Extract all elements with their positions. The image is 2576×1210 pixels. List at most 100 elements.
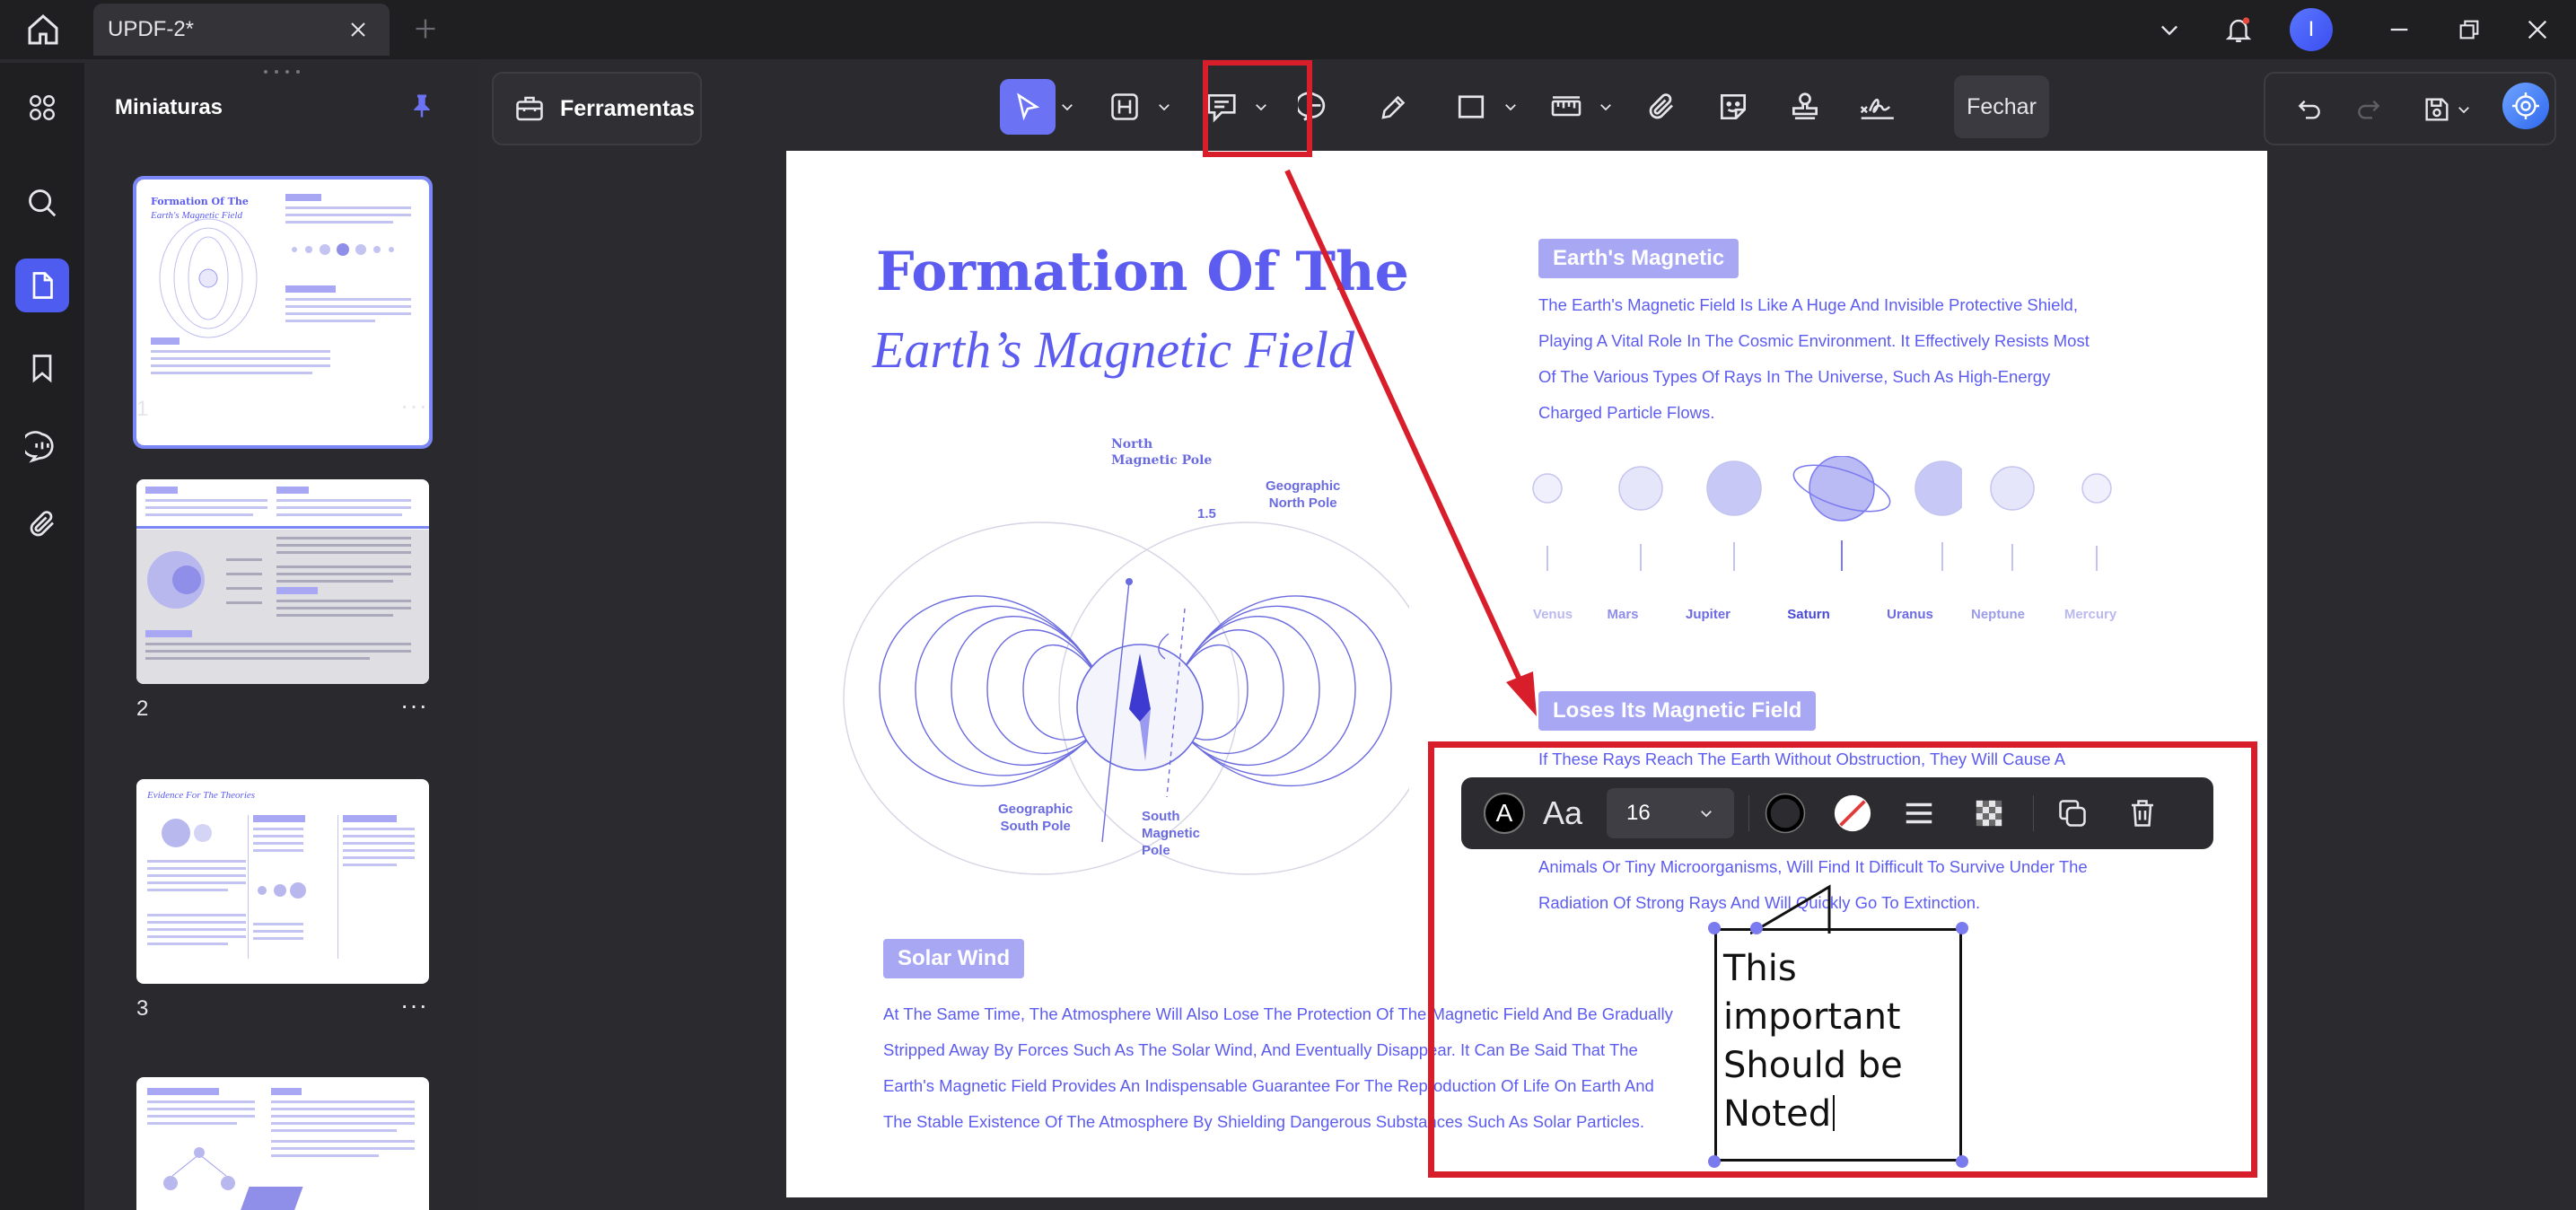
cursor-icon <box>1017 92 1040 121</box>
minimize-icon <box>2390 28 2408 31</box>
section-heading-loses-magnetic-field: Loses Its Magnetic Field <box>1538 691 1817 731</box>
chevron-down-icon <box>1062 104 1073 111</box>
thumbnail-content <box>147 1088 415 1210</box>
planet-label: Neptune <box>1971 607 2025 622</box>
thumbnails-button[interactable] <box>15 259 69 312</box>
page-icon <box>32 272 53 299</box>
bookmarks-button[interactable] <box>15 341 69 395</box>
title-bar: UPDF-2* I <box>0 0 2576 59</box>
select-tool-dropdown[interactable] <box>1056 79 1079 135</box>
notifications-button[interactable] <box>2214 9 2263 50</box>
page-thumbnail-2[interactable] <box>136 479 429 684</box>
diagram-label-north-magnetic-pole: North Magnetic Pole <box>1111 437 1213 468</box>
highlight-icon <box>1111 93 1138 120</box>
chevron-down-icon <box>1505 104 1516 111</box>
tab-close-button[interactable] <box>345 16 372 43</box>
ruler-icon <box>1551 96 1582 117</box>
restore-button[interactable] <box>2445 9 2493 50</box>
diagram-angle-label: 1.5 <box>1197 506 1216 522</box>
planets-illustration-right <box>1990 466 2112 571</box>
new-tab-button[interactable] <box>406 11 445 47</box>
highlight-tool-dropdown[interactable] <box>1152 79 1176 135</box>
ai-assistant-icon <box>2512 92 2539 119</box>
annotation-toolbar <box>1000 74 1905 140</box>
search-button[interactable] <box>15 176 69 230</box>
page-number: 2 <box>136 697 149 721</box>
pin-panel-button[interactable] <box>404 88 440 124</box>
left-rail <box>0 63 84 1210</box>
page-thumbnail-1[interactable]: Formation Of The Earth's Magnetic Field <box>133 176 433 449</box>
shape-tool-dropdown[interactable] <box>1499 79 1522 135</box>
chevron-down-icon <box>2161 25 2177 36</box>
attach-file-tool-button[interactable] <box>1634 79 1689 135</box>
page-more-button[interactable]: ··· <box>400 691 428 720</box>
comments-button[interactable] <box>15 420 69 474</box>
sticker-tool-button[interactable] <box>1705 79 1761 135</box>
thumbnails-panel: Miniaturas Formation Of The Earth's Magn… <box>88 63 478 1210</box>
highlight-box-text-comment-tool <box>1203 60 1312 157</box>
stamp-icon <box>1792 92 1818 120</box>
plus-icon <box>416 19 435 39</box>
diagram-label-south-magnetic-pole: South Magnetic Pole <box>1142 809 1201 858</box>
save-dropdown[interactable] <box>2450 83 2477 136</box>
tools-label: Ferramentas <box>560 95 696 121</box>
page-number: 1 <box>136 397 149 421</box>
page-more-button[interactable]: ··· <box>400 991 428 1020</box>
signature-tool-button[interactable] <box>1849 79 1905 135</box>
redo-icon <box>2358 100 2380 119</box>
planet-label: Uranus <box>1887 607 1933 622</box>
tools-button[interactable]: Ferramentas <box>492 72 702 145</box>
planet-label: Jupiter <box>1685 607 1731 622</box>
chevron-down-icon <box>1159 104 1170 111</box>
page-thumbnail-4[interactable] <box>136 1077 429 1210</box>
thumbnail-content <box>151 194 411 374</box>
chevron-down-icon <box>2458 107 2469 114</box>
diagram-label-geographic-south-pole: Geographic South Pole <box>998 802 1073 834</box>
planet-label: Mars <box>1607 607 1639 622</box>
pencil-tool-button[interactable] <box>1366 79 1422 135</box>
highlight-tool-button[interactable] <box>1097 79 1152 135</box>
attachments-button[interactable] <box>15 497 69 551</box>
section-paragraph-earths-magnetic: The Earth's Magnetic Field Is Like A Hug… <box>1538 295 2090 422</box>
close-icon <box>2528 20 2547 39</box>
redo-button[interactable] <box>2343 83 2395 136</box>
window-close-button[interactable] <box>2513 9 2562 50</box>
planets-illustration <box>1532 456 1962 571</box>
pencil-icon <box>1381 95 1406 119</box>
page-thumbnail-3[interactable]: Evidence For The Theories <box>136 779 429 984</box>
comment-icon <box>25 431 54 463</box>
signature-icon <box>1860 98 1894 119</box>
planet-label: Mercury <box>2063 607 2117 622</box>
document-tab[interactable]: UPDF-2* <box>93 4 390 56</box>
document-title-line1: Formation Of The <box>876 241 1409 303</box>
close-tools-button[interactable]: Fechar <box>1954 75 2049 138</box>
document-tab-title: UPDF-2* <box>108 17 195 41</box>
pin-icon <box>414 94 430 118</box>
measure-tool-dropdown[interactable] <box>1594 79 1617 135</box>
tabs-dropdown-button[interactable] <box>2145 9 2194 50</box>
select-tool-button[interactable] <box>1000 79 1056 135</box>
search-icon <box>29 189 57 217</box>
save-icon <box>2425 98 2449 121</box>
restore-icon <box>2459 20 2479 39</box>
section-heading-earths-magnetic: Earth's Magnetic <box>1538 239 1739 278</box>
section-heading-solar-wind: Solar Wind <box>883 939 1025 978</box>
shape-tool-button[interactable] <box>1443 79 1499 135</box>
thumbnail-content <box>136 487 429 684</box>
panel-resize-handle[interactable] <box>264 70 300 79</box>
ai-assistant-button[interactable] <box>2502 83 2549 129</box>
stamp-tool-button[interactable] <box>1777 79 1833 135</box>
home-icon <box>28 13 58 45</box>
apps-button[interactable] <box>15 81 69 135</box>
avatar[interactable]: I <box>2290 8 2333 51</box>
paperclip-icon <box>30 511 54 537</box>
toolbox-icon <box>516 96 543 121</box>
minimize-button[interactable] <box>2375 9 2423 50</box>
thumbnails-title: Miniaturas <box>115 95 223 119</box>
measure-tool-button[interactable] <box>1538 79 1594 135</box>
undo-button[interactable] <box>2283 83 2335 136</box>
highlight-box-text-annotation <box>1428 741 2257 1178</box>
close-icon <box>351 22 365 37</box>
home-button[interactable] <box>18 7 68 52</box>
page-more-button[interactable]: ··· <box>400 391 428 420</box>
